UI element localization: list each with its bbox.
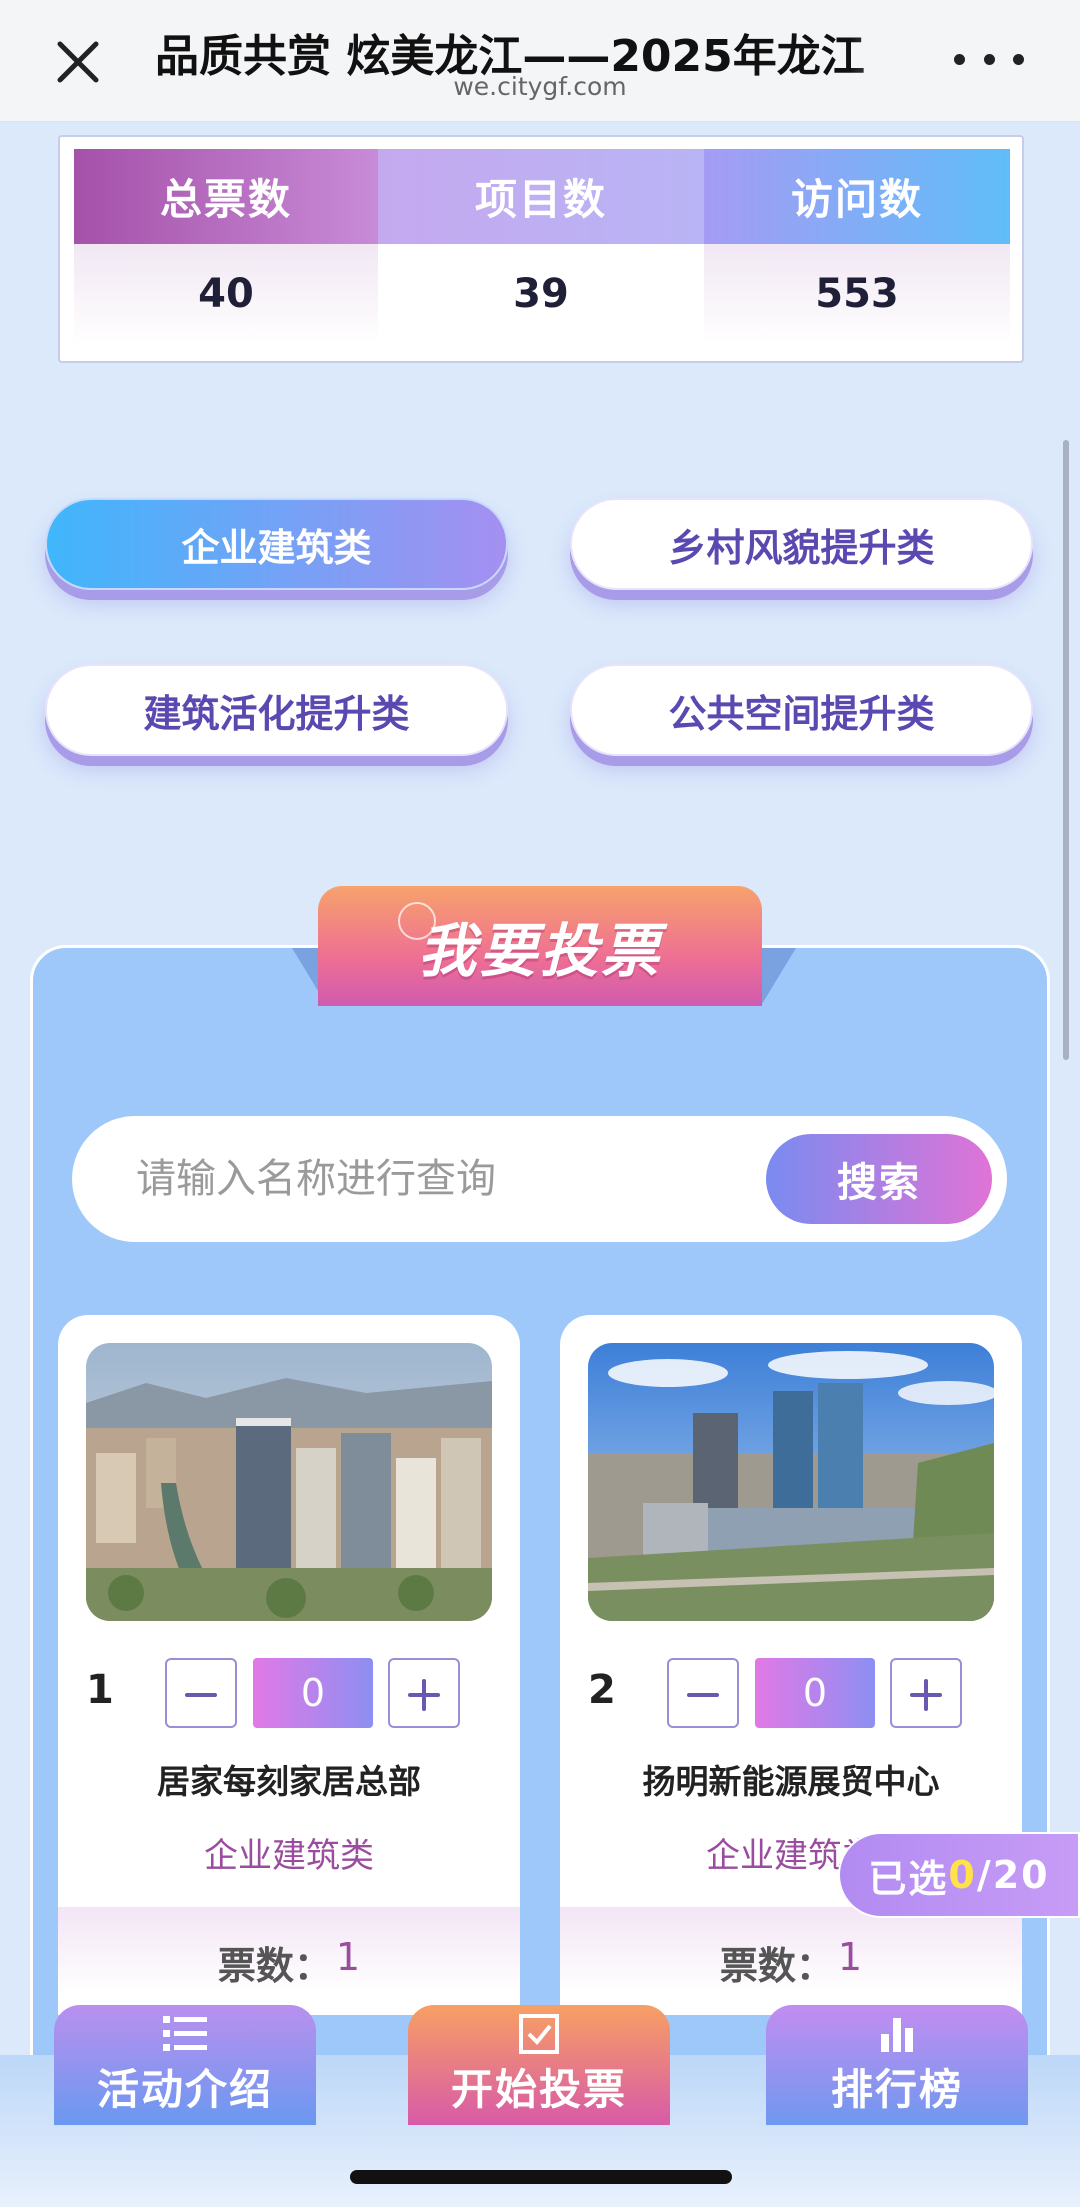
page-domain: we.citygf.com [453,72,627,101]
browser-top-bar: 品质共赏 炫美龙江——2025年龙江 we.citygf.com [0,0,1080,122]
stat-value-total-votes: 40 [74,244,378,344]
bar-chart-icon [881,2017,913,2052]
scrollbar[interactable] [1063,440,1069,1060]
decrement-button[interactable] [667,1658,739,1728]
nav-activity-intro[interactable]: 活动介绍 [54,2005,316,2125]
category-tab-public-space[interactable]: 公共空间提升类 [570,664,1033,756]
project-rank: 1 [86,1667,114,1713]
checkbox-icon [519,2013,559,2054]
list-icon [163,2015,207,2051]
search-button[interactable]: 搜索 [766,1134,992,1224]
sparkle-decoration-icon [398,902,436,940]
stat-label-projects: 项目数 [378,149,704,244]
stat-label-total-votes: 总票数 [74,149,378,244]
votes-label: 票数： [719,1944,834,1988]
project-name[interactable]: 扬明新能源展贸中心 [560,1755,1022,1803]
project-name[interactable]: 居家每刻家居总部 [58,1755,520,1803]
project-photo[interactable] [86,1343,492,1621]
selected-limit: /20 [976,1853,1050,1897]
search-input[interactable] [136,1116,736,1242]
more-icon [954,53,965,65]
votes-value: 1 [837,1935,863,1979]
decrement-button[interactable] [165,1658,237,1728]
category-tab-enterprise[interactable]: 企业建筑类 [45,498,508,590]
project-votes: 票数： 1 [58,1907,520,2015]
project-rank: 2 [588,1667,616,1713]
more-button[interactable] [954,44,1024,74]
search-bar: 搜索 [72,1116,1007,1242]
selected-count: 0 [948,1853,977,1897]
stat-value-visits: 553 [704,244,1010,344]
category-tab-revitalization[interactable]: 建筑活化提升类 [45,664,508,756]
vote-count-field[interactable]: 0 [755,1658,875,1728]
nav-ranking[interactable]: 排行榜 [766,2005,1028,2125]
selected-prefix: 已选 [868,1856,949,1901]
stat-value-projects: 39 [378,244,704,344]
votes-value: 1 [335,1935,361,1979]
votes-label: 票数： [217,1944,332,1988]
project-photo[interactable] [588,1343,994,1621]
vote-count-field[interactable]: 0 [253,1658,373,1728]
selected-count-badge[interactable]: 已选 0/20 [838,1832,1080,1918]
vote-title: 我要投票 [417,917,662,985]
nav-label: 排行榜 [830,2064,963,2114]
home-indicator[interactable] [350,2170,732,2184]
stat-label-visits: 访问数 [704,149,1010,244]
vote-header-ribbon: 我要投票 [318,886,762,1006]
nav-start-voting[interactable]: 开始投票 [408,2005,670,2125]
project-category: 企业建筑类 [204,1836,374,1876]
nav-label: 活动介绍 [96,2064,273,2114]
category-tab-rural[interactable]: 乡村风貌提升类 [570,498,1033,590]
stats-panel: 总票数 40 项目数 39 访问数 553 [58,135,1024,363]
project-votes: 票数： 1 [560,1907,1022,2015]
project-card: 1 0 居家每刻家居总部 企业建筑类 票数： 1 [58,1315,520,2015]
increment-button[interactable] [890,1658,962,1728]
nav-label: 开始投票 [450,2064,627,2114]
increment-button[interactable] [388,1658,460,1728]
